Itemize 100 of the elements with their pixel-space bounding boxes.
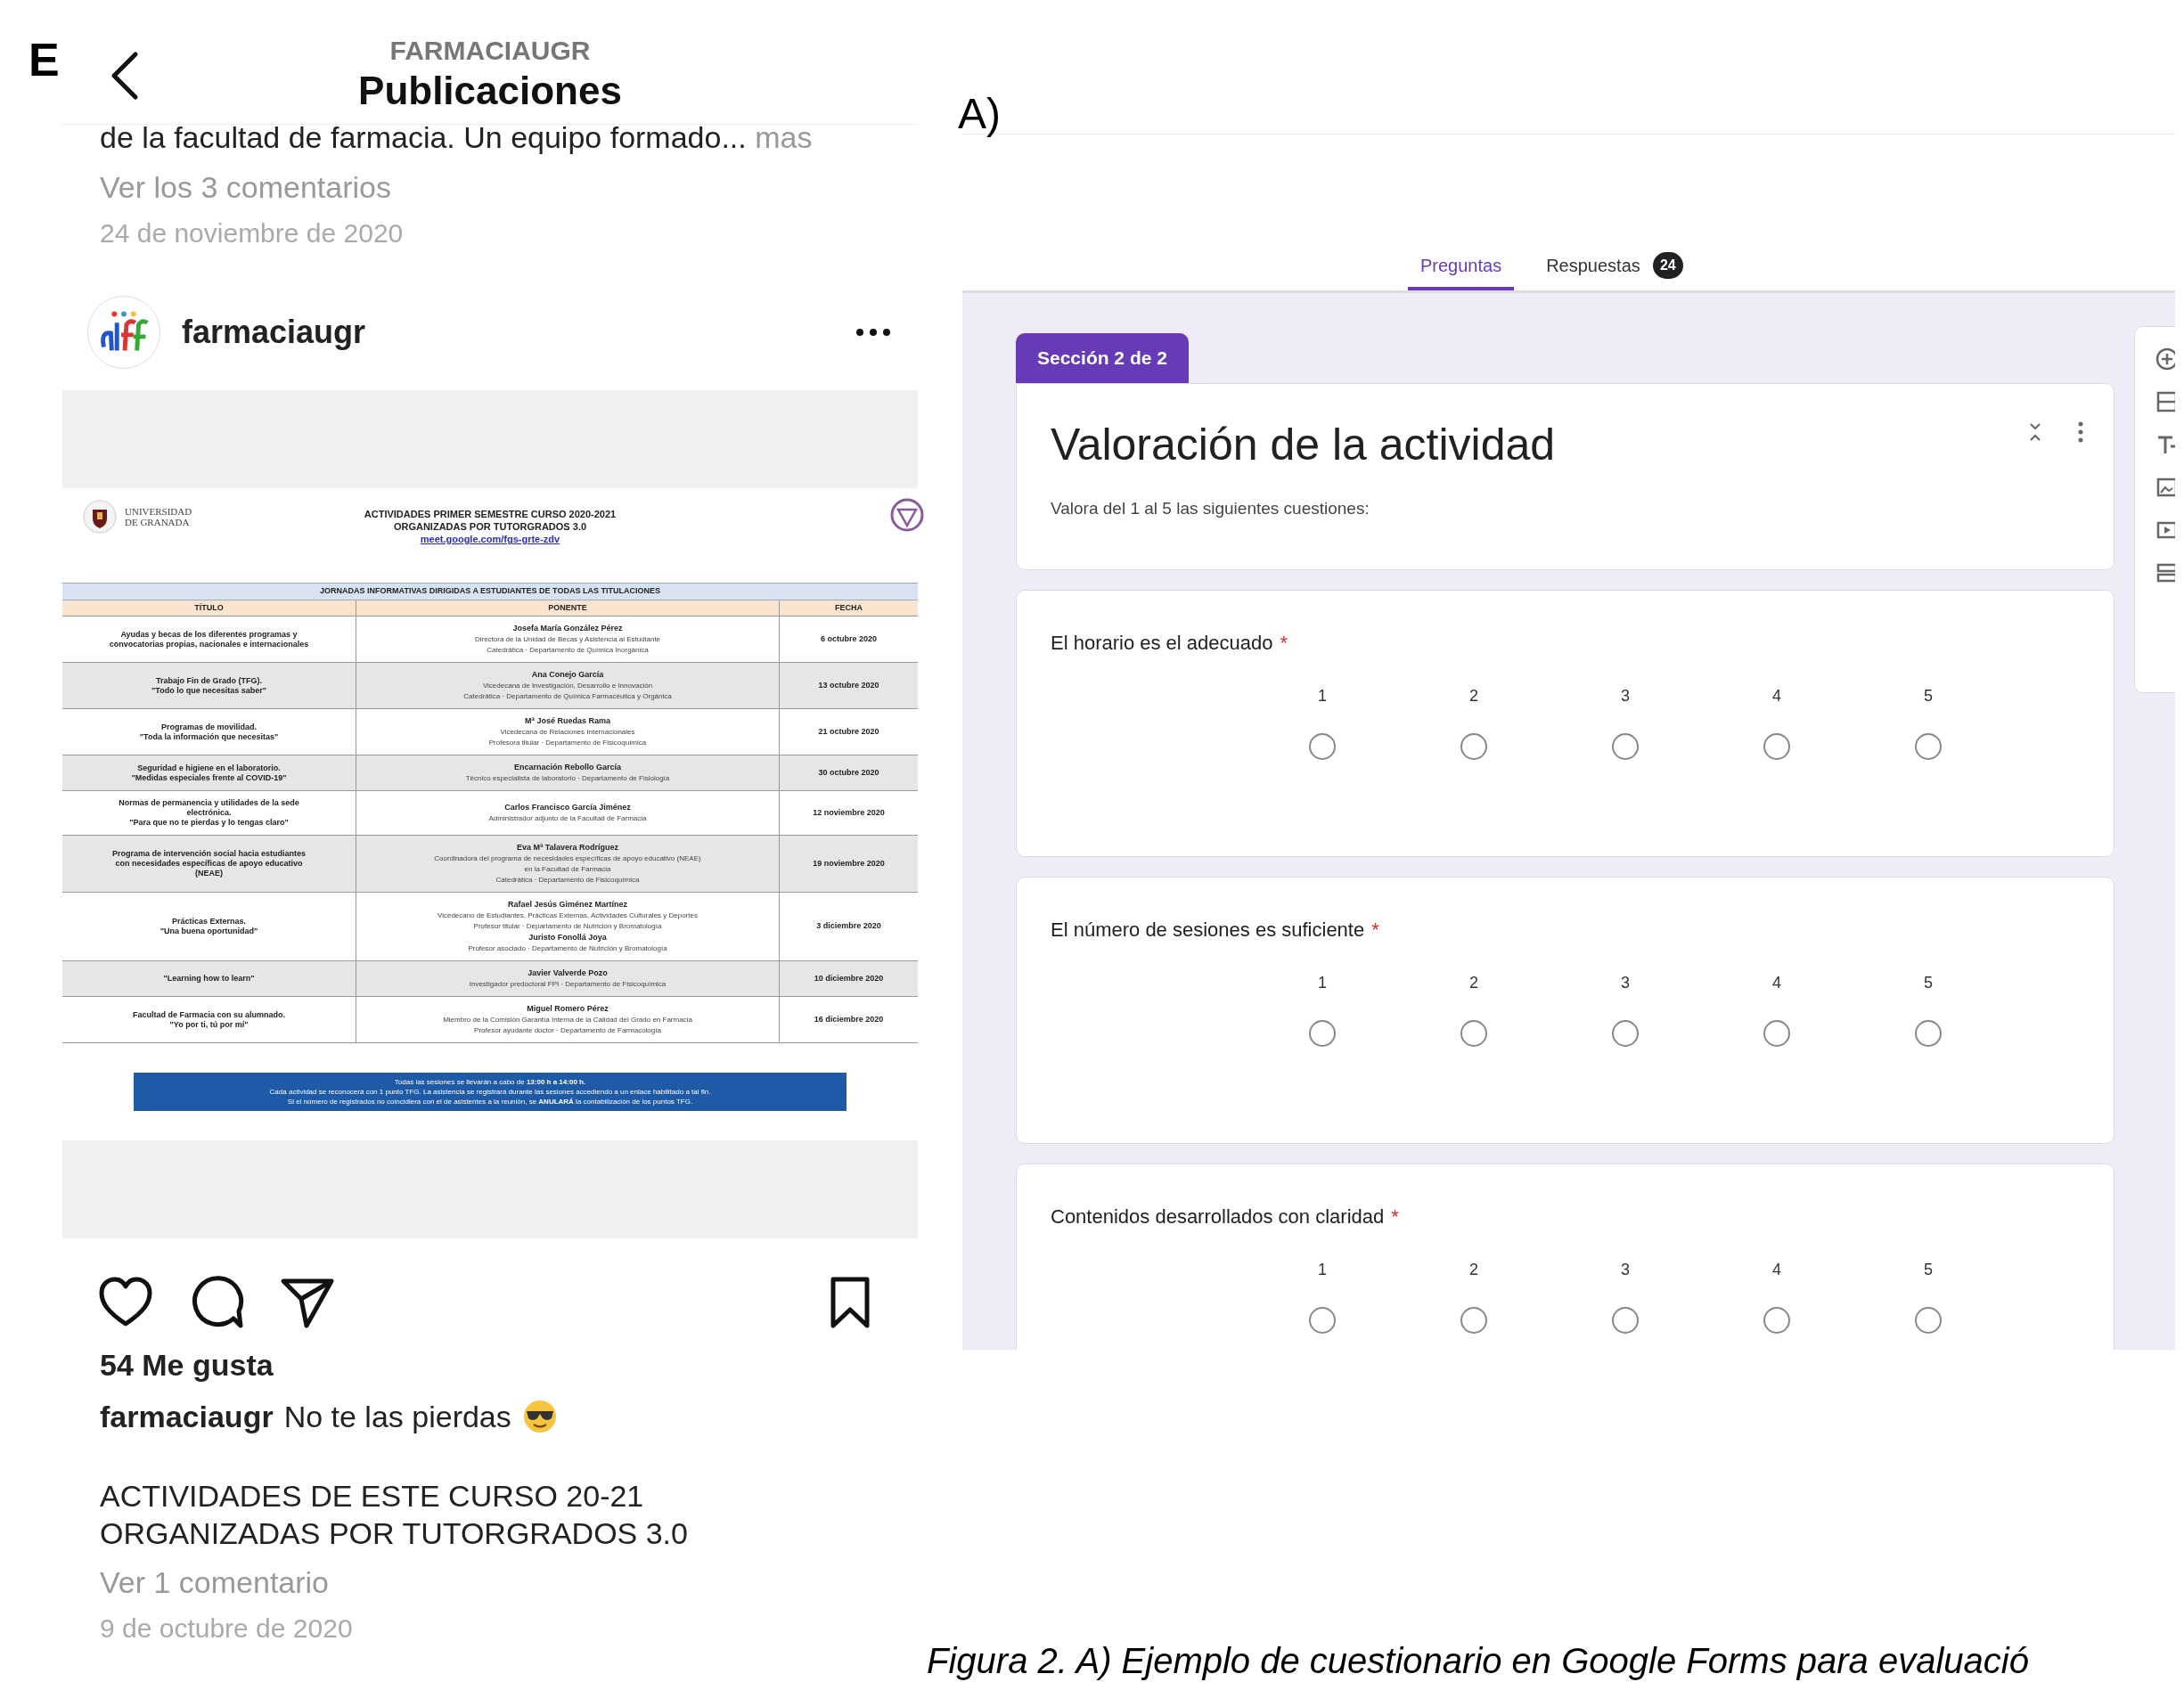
- post-caption: No te las pierdas: [283, 1399, 511, 1434]
- table-cell: Ayudas y becas de los diferentes programas y: [120, 629, 298, 640]
- radio-button[interactable]: [1309, 1020, 1336, 1047]
- radio-button[interactable]: [1915, 1307, 1942, 1334]
- radio-button[interactable]: [1612, 733, 1639, 760]
- meeting-link[interactable]: meet.google.com/fgs-grte-zdv: [420, 533, 560, 545]
- scale-label: 4: [1772, 973, 1781, 993]
- scale-label: 3: [1621, 686, 1630, 706]
- speaker-role: Directora de la Unidad de Becas y Asistencia al Estudiante: [474, 635, 661, 644]
- scale-label: 5: [1924, 686, 1933, 706]
- scale-label: 2: [1469, 686, 1478, 706]
- table-section-header: JORNADAS INFORMATIVAS DIRIGIDAS A ESTUDIANTES DE TODAS LAS TITULACIONES: [62, 583, 918, 600]
- scale-label: 2: [1469, 1260, 1478, 1280]
- speaker-name: Juristo Fonollá Joya: [528, 933, 607, 943]
- speaker-name: Eva Mª Talavera Rodríguez: [516, 843, 619, 853]
- notice-text: Todas las sesiones se llevarán a cabo de 13:00 h a 14:00 h.: [394, 1077, 586, 1087]
- table-cell-text: 12 noviembre 2020: [813, 806, 885, 819]
- table-cell: Trabajo Fin de Grado (TFG).: [156, 675, 262, 686]
- radio-button[interactable]: [1763, 733, 1790, 760]
- required-mark: *: [1371, 918, 1379, 943]
- crest-icon: [82, 499, 118, 535]
- username[interactable]: farmaciaugr: [182, 308, 366, 356]
- speaker-role: Catedrática · Departamento de Fisicoquímica: [495, 876, 640, 885]
- radio-button[interactable]: [1309, 1307, 1336, 1334]
- radio-button[interactable]: [1915, 733, 1942, 760]
- table-cell-text: 30 octubre 2020: [818, 766, 879, 779]
- column-header: FECHA: [780, 600, 918, 616]
- speaker-name: Miguel Romero Pérez: [527, 1004, 609, 1014]
- radio-button[interactable]: [1460, 1020, 1487, 1047]
- table-cell: Normas de permanencia y utilidades de la sede: [119, 798, 299, 808]
- column-header: TÍTULO: [62, 600, 356, 616]
- add-icon[interactable]: [2155, 347, 2175, 372]
- table-cell: "Toda la información que necesitas": [139, 731, 279, 742]
- form-description: Valora del 1 al 5 las siguientes cuestiones:: [1051, 498, 1370, 519]
- question-text: Contenidos desarrollados con claridad: [1051, 1204, 1385, 1229]
- radio-button[interactable]: [1612, 1020, 1639, 1047]
- scale-label: 4: [1772, 1260, 1781, 1280]
- table-cell-text: 13 octubre 2020: [818, 679, 879, 691]
- speaker-role: Miembro de la Comisión Garantía Interna de la Calidad del Grado en Farmacia: [443, 1016, 692, 1025]
- university-name: UNIVERSIDAD: [125, 506, 192, 517]
- form-section-title: Valoración de la actividad: [1051, 419, 1556, 471]
- table-cell: "Para que no te pierdas y lo tengas claro": [129, 818, 289, 828]
- post-date: 9 de octubre de 2020: [99, 1613, 353, 1645]
- document-title: ACTIVIDADES PRIMER SEMESTRE CURSO 2020-2021: [364, 508, 617, 520]
- scale-label: 1: [1318, 973, 1327, 993]
- post-date: 24 de noviembre de 2020: [99, 217, 404, 249]
- page-title: Publicaciones: [358, 68, 622, 114]
- column-header: PONENTE: [356, 600, 780, 616]
- speaker-role: Investigador predoctoral FPI · Departamento de Fisicoquímica: [469, 980, 667, 989]
- figure-caption: Figura 2. A) Ejemplo de cuestionario en Google Forms para evaluació: [927, 1643, 2029, 1678]
- table-cell: convocatorias propias, nacionales e internacionales: [109, 639, 309, 649]
- notice-text: Si el número de registrados no coincidiera con el de asistentes a la reunión, se ANULARÁ la contabilización de los puntos TFG.: [287, 1097, 693, 1106]
- speaker-role: Profesora titular · Departamento de Fisicoquímica: [488, 739, 647, 747]
- table-cell: Prácticas Externas.: [171, 917, 247, 927]
- table-cell-text: 21 octubre 2020: [818, 725, 879, 738]
- panel-label: A): [958, 90, 1001, 137]
- university-name: DE GRANADA: [125, 517, 191, 527]
- speaker-role: Vicedecana de Investigación, Desarrollo e Innovación: [482, 682, 653, 690]
- table-cell: "Todo lo que necesitas saber": [151, 685, 266, 696]
- radio-button[interactable]: [1612, 1307, 1639, 1334]
- required-mark: *: [1391, 1204, 1399, 1229]
- more-options-icon[interactable]: [855, 328, 891, 337]
- account-name: FARMACIAUGR: [389, 35, 591, 67]
- speaker-role: Catedrática · Departamento de Química Inorgánica: [487, 646, 649, 655]
- speaker-name: Javier Valverde Pozo: [528, 968, 608, 978]
- radio-button[interactable]: [1460, 1307, 1487, 1334]
- table-cell-text: 6 octubre 2020: [821, 633, 877, 645]
- table-cell: electrónica.: [186, 808, 232, 818]
- seal-icon: [889, 497, 925, 533]
- scale-label: 5: [1924, 1260, 1933, 1280]
- radio-button[interactable]: [1460, 733, 1487, 760]
- post-caption: de la facultad de farmacia. Un equipo formado... mas: [99, 119, 814, 155]
- table-cell: "Yo por ti, tú por mí": [169, 1019, 249, 1030]
- speaker-role: Administrador adjunto de la Facultad de Farmacia: [488, 814, 647, 823]
- scale-label: 4: [1772, 686, 1781, 706]
- table-cell-text: 16 diciembre 2020: [814, 1013, 884, 1025]
- scale-label: 5: [1924, 973, 1933, 993]
- table-cell: Programas de movilidad.: [160, 722, 257, 732]
- panel-label: E: [29, 34, 60, 86]
- username[interactable]: farmaciaugr: [100, 1399, 274, 1434]
- table-cell: Seguridad e higiene en el laboratorio.: [137, 763, 281, 773]
- tab[interactable]: Respuestas 24: [1534, 244, 1696, 290]
- collapse-icon[interactable]: [2028, 421, 2042, 443]
- like-count: 54 Me gusta: [99, 1347, 274, 1383]
- speaker-name: Rafael Jesús Giménez Martínez: [507, 900, 628, 910]
- notice-text: Cada actividad se reconocerá con 1 punto TFG. La asistencia se registrará durante las sesiones accediendo a un enlace habilitado a tal fin.: [269, 1087, 711, 1097]
- table-cell-text: 19 noviembre 2020: [813, 857, 885, 870]
- radio-button[interactable]: [1309, 733, 1336, 760]
- speaker-name: Mª José Ruedas Rama: [525, 716, 610, 726]
- radio-button[interactable]: [1763, 1020, 1790, 1047]
- radio-button[interactable]: [1763, 1307, 1790, 1334]
- sunglasses-emoji-icon: [521, 1399, 558, 1434]
- radio-button[interactable]: [1915, 1020, 1942, 1047]
- table-cell: Programa de intervención social hacia estudiantes: [111, 849, 307, 859]
- table-cell: "Medidas especiales frente al COVID-19": [131, 772, 287, 783]
- speaker-role: en la Facultad de Farmacia: [524, 865, 611, 874]
- table-cell-text: 10 diciembre 2020: [814, 972, 884, 984]
- section-badge: Sección 2 de 2: [1016, 333, 1189, 383]
- speaker-name: Encarnación Rebollo García: [513, 763, 621, 772]
- speaker-role: Catedrática · Departamento de Química Farmacéutica y Orgánica: [463, 692, 672, 701]
